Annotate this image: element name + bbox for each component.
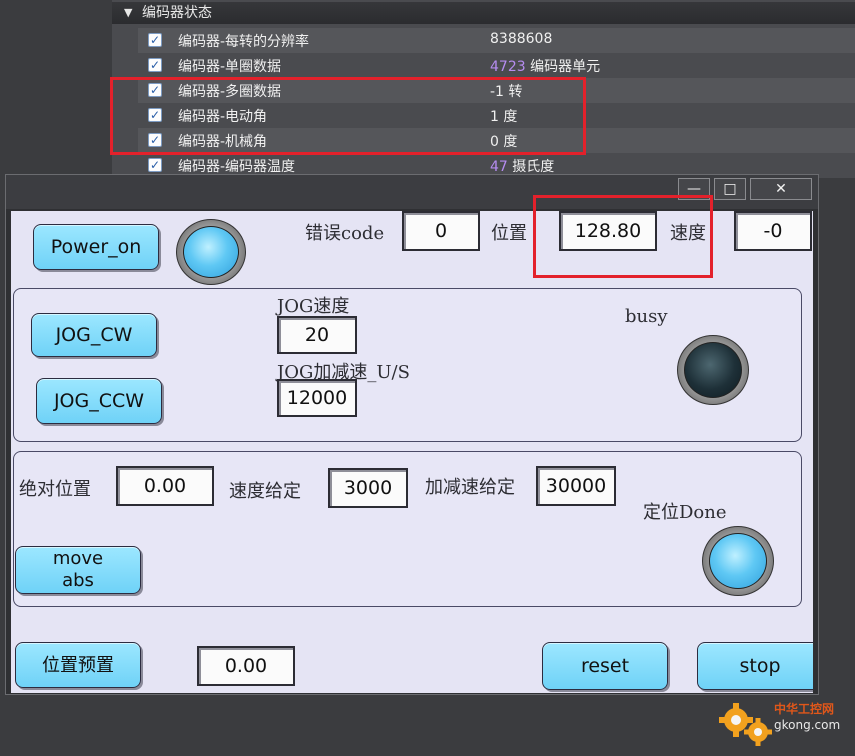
watermark-url-text: gkong.com [774, 718, 841, 732]
encoder-row-label: 编码器-每转的分辨率 [178, 34, 310, 50]
acc-setpoint-field[interactable]: 30000 [536, 466, 616, 506]
encoder-row-multi-turn[interactable]: ✓ 编码器-多圈数据 -1 转 [138, 78, 855, 103]
checkbox-icon[interactable]: ✓ [148, 83, 162, 97]
checkbox-icon[interactable]: ✓ [148, 58, 162, 72]
error-code-label: 错误code [305, 223, 385, 244]
encoder-row-value: 0 度 [490, 134, 518, 150]
busy-label: busy [625, 306, 668, 327]
move-abs-button[interactable]: move abs [15, 546, 141, 594]
position-label: 位置 [491, 223, 527, 244]
position-preset-field[interactable]: 0.00 [197, 646, 295, 686]
encoder-row-label: 编码器-机械角 [178, 134, 268, 150]
watermark-site-text: 中华工控网 [774, 702, 835, 716]
jog-speed-label: JOG速度 [277, 296, 350, 317]
maximize-icon[interactable]: □ [714, 178, 746, 200]
checkbox-icon[interactable]: ✓ [148, 33, 162, 47]
encoder-status-header[interactable]: ▼ 编码器状态 [112, 2, 855, 24]
jog-cw-button[interactable]: JOG_CW [31, 313, 157, 357]
speed-setpoint-label: 速度给定 [229, 481, 301, 502]
jog-group: JOG_CW JOG_CCW JOG速度 20 JOG加减速_U/S 12000… [13, 288, 802, 442]
encoder-row-value: 1 度 [490, 109, 518, 125]
checkbox-icon[interactable]: ✓ [148, 133, 162, 147]
jog-speed-field[interactable]: 20 [277, 316, 357, 354]
position-done-lamp [702, 526, 774, 596]
collapse-triangle-icon[interactable]: ▼ [124, 2, 132, 24]
position-done-label: 定位Done [643, 502, 727, 523]
encoder-row-value: 8388608 [490, 31, 553, 47]
reset-button[interactable]: reset [542, 642, 668, 690]
abs-position-field[interactable]: 0.00 [116, 466, 214, 506]
speed-field[interactable]: -0 [734, 211, 812, 251]
encoder-row-label: 编码器-单圈数据 [178, 59, 282, 75]
encoder-row-label: 编码器-多圈数据 [178, 84, 282, 100]
encoder-row-single-turn[interactable]: ✓ 编码器-单圈数据 4723 编码器单元 [138, 53, 855, 78]
encoder-row-value: -1 转 [490, 84, 523, 100]
checkbox-icon[interactable]: ✓ [148, 108, 162, 122]
minimize-icon[interactable]: — [678, 178, 710, 200]
encoder-row-unit: 编码器单元 [530, 59, 601, 75]
power-on-button[interactable]: Power_on [33, 224, 159, 270]
encoder-row-label: 编码器-编码器温度 [178, 159, 296, 175]
stop-button[interactable]: stop [697, 642, 813, 690]
encoder-row-unit: 摄氏度 [512, 159, 555, 175]
speed-label: 速度 [670, 223, 706, 244]
close-icon[interactable]: ✕ [750, 178, 812, 200]
encoder-row-mechanical-angle[interactable]: ✓ 编码器-机械角 0 度 [138, 128, 855, 153]
encoder-row-value: 47 摄氏度 [490, 156, 554, 176]
position-field[interactable]: 128.80 [559, 211, 657, 251]
jog-acc-field[interactable]: 12000 [277, 379, 357, 417]
move-group: 绝对位置 0.00 速度给定 3000 加减速给定 30000 定位Done m… [13, 451, 802, 607]
encoder-row-value: 4723 编码器单元 [490, 56, 600, 76]
encoder-status-panel: ▼ 编码器状态 ✓ 编码器-每转的分辨率 8388608 ✓ 编码器-单圈数据 … [112, 0, 855, 178]
error-code-field[interactable]: 0 [402, 211, 480, 251]
jog-ccw-button[interactable]: JOG_CCW [36, 378, 162, 424]
encoder-row-electrical-angle[interactable]: ✓ 编码器-电动角 1 度 [138, 103, 855, 128]
busy-indicator-lamp [677, 335, 749, 405]
abs-position-label: 绝对位置 [19, 479, 91, 500]
watermark-logo: 中华工控网 gkong.com [718, 694, 855, 752]
dialog-content: Power_on 错误code 0 位置 128.80 速度 -0 JOG_CW… [11, 211, 813, 693]
power-indicator-lamp [176, 219, 246, 285]
position-preset-button[interactable]: 位置预置 [15, 642, 141, 688]
hmi-dialog: — □ ✕ Power_on 错误code 0 位置 128.80 速度 -0 … [5, 174, 819, 695]
encoder-row-resolution[interactable]: ✓ 编码器-每转的分辨率 8388608 [138, 28, 855, 53]
checkbox-icon[interactable]: ✓ [148, 158, 162, 172]
acc-setpoint-label: 加减速给定 [425, 477, 515, 498]
speed-setpoint-field[interactable]: 3000 [328, 468, 408, 508]
encoder-row-label: 编码器-电动角 [178, 109, 268, 125]
encoder-row-number: 47 [490, 159, 508, 175]
encoder-status-title: 编码器状态 [142, 5, 212, 21]
encoder-row-number: 4723 [490, 59, 526, 75]
dialog-titlebar[interactable]: — □ ✕ [6, 175, 818, 209]
